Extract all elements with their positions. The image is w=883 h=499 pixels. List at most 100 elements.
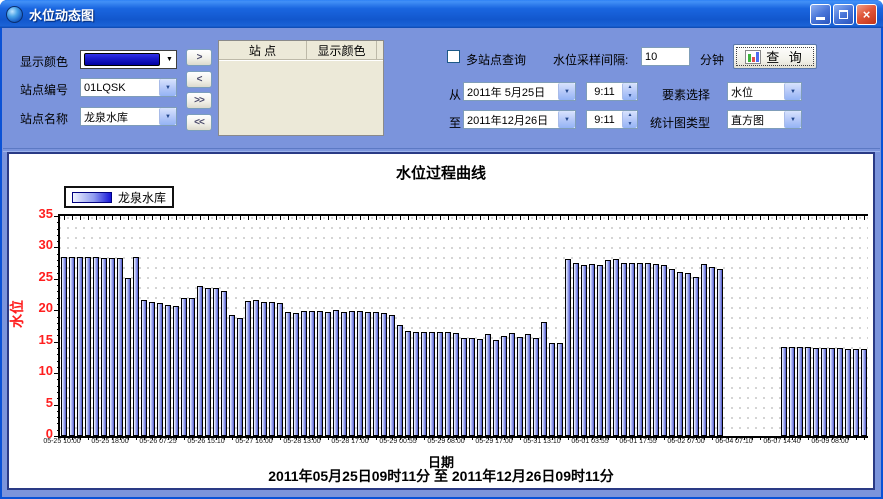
- bar: [821, 348, 827, 436]
- bar: [213, 288, 219, 436]
- bar: [69, 257, 75, 436]
- to-date-select[interactable]: 2011年12月26日 ▼: [463, 110, 576, 129]
- x-tick: [552, 216, 553, 220]
- to-time-spinner[interactable]: 9:11 ▲▼: [586, 110, 638, 129]
- y-tick-label: 20: [39, 301, 53, 315]
- y-axis-labels: 05101520253035: [19, 214, 55, 434]
- move-right-button[interactable]: >: [186, 49, 212, 66]
- station-name-select[interactable]: 龙泉水库 ▼: [80, 107, 177, 126]
- bar: [509, 333, 515, 436]
- x-tick: [520, 216, 521, 220]
- bar: [85, 257, 91, 436]
- bar: [221, 291, 227, 436]
- from-date-value: 2011年 5月25日: [464, 84, 558, 100]
- interval-input[interactable]: 10: [641, 47, 690, 66]
- to-date-value: 2011年12月26日: [464, 112, 558, 128]
- legend-label: 龙泉水库: [118, 189, 166, 206]
- x-tick: [256, 216, 257, 220]
- y-tick: [54, 373, 60, 374]
- station-id-select[interactable]: 01LQSK ▼: [80, 78, 177, 97]
- bar: [261, 302, 267, 437]
- station-name-value: 龙泉水库: [81, 109, 159, 125]
- x-tick: [480, 216, 481, 220]
- y-tick: [57, 229, 60, 230]
- x-tick: [152, 216, 153, 220]
- x-tick-label: 06-04 07:10: [715, 438, 752, 445]
- bar: [197, 286, 203, 436]
- x-tick: [640, 216, 641, 220]
- x-tick: [824, 216, 825, 220]
- x-tick: [488, 216, 489, 220]
- spin-up-icon[interactable]: ▲: [623, 83, 637, 92]
- x-tick: [80, 216, 81, 220]
- column-header-station[interactable]: 站 点: [219, 41, 307, 59]
- bar: [373, 312, 379, 436]
- element-label: 要素选择: [662, 86, 710, 103]
- move-all-right-button[interactable]: >>: [186, 92, 212, 109]
- bar: [805, 347, 811, 436]
- bar: [325, 312, 331, 436]
- query-button[interactable]: 查 询: [733, 44, 817, 69]
- station-list[interactable]: 站 点 显示颜色: [218, 40, 384, 136]
- x-tick: [856, 216, 857, 220]
- minimize-button[interactable]: [810, 4, 831, 25]
- bar: [709, 267, 715, 436]
- bar: [845, 349, 851, 436]
- bar: [797, 347, 803, 436]
- from-time-spinner[interactable]: 9:11 ▲▼: [586, 82, 638, 101]
- bar: [829, 348, 835, 436]
- x-tick: [688, 216, 689, 220]
- multi-station-checkbox[interactable]: [447, 50, 460, 63]
- x-tick: [96, 216, 97, 220]
- spin-down-icon[interactable]: ▼: [623, 120, 637, 129]
- move-left-button[interactable]: <: [186, 71, 212, 88]
- spin-up-icon[interactable]: ▲: [623, 111, 637, 120]
- station-id-value: 01LQSK: [81, 82, 159, 94]
- chevron-down-icon: ▼: [163, 56, 176, 63]
- spin-down-icon[interactable]: ▼: [623, 92, 637, 101]
- from-date-select[interactable]: 2011年 5月25日 ▼: [463, 82, 576, 101]
- x-tick: [352, 216, 353, 220]
- y-tick: [57, 273, 60, 274]
- y-tick: [57, 379, 60, 380]
- close-icon: ×: [863, 8, 871, 21]
- y-tick: [57, 285, 60, 286]
- y-tick: [57, 260, 60, 261]
- bar: [693, 277, 699, 436]
- x-tick: [776, 216, 777, 220]
- y-tick-label: 30: [39, 238, 53, 252]
- x-tick: [440, 216, 441, 220]
- bar: [341, 312, 347, 436]
- bar: [565, 259, 571, 436]
- x-tick: [120, 216, 121, 220]
- x-tick-label: 05-25 18:00: [91, 438, 128, 445]
- x-tick: [768, 216, 769, 220]
- bar: [789, 347, 795, 436]
- column-header-color[interactable]: 显示颜色: [307, 41, 377, 59]
- maximize-button[interactable]: [833, 4, 854, 25]
- x-tick: [376, 216, 377, 220]
- bar: [357, 311, 363, 436]
- bar: [229, 315, 235, 436]
- x-tick: [544, 216, 545, 220]
- chart-type-select[interactable]: 直方图 ▼: [727, 110, 802, 129]
- y-tick-label: 5: [46, 396, 53, 410]
- x-tick: [800, 216, 801, 220]
- x-tick: [168, 216, 169, 220]
- multi-station-label: 多站点查询: [466, 51, 526, 68]
- x-tick-label: 05-27 16:00: [235, 438, 272, 445]
- bar: [437, 332, 443, 436]
- y-tick: [57, 241, 60, 242]
- move-all-left-button[interactable]: <<: [186, 114, 212, 131]
- bar: [837, 348, 843, 436]
- chevron-down-icon: ▼: [784, 111, 801, 128]
- element-select[interactable]: 水位 ▼: [727, 82, 802, 101]
- bar: [133, 257, 139, 436]
- bar: [101, 258, 107, 437]
- minimize-icon: [816, 17, 825, 20]
- display-color-select[interactable]: ▼: [80, 50, 177, 69]
- close-button[interactable]: ×: [856, 4, 877, 25]
- x-tick: [720, 216, 721, 220]
- bar: [629, 263, 635, 436]
- chevron-down-icon: ▼: [558, 111, 575, 128]
